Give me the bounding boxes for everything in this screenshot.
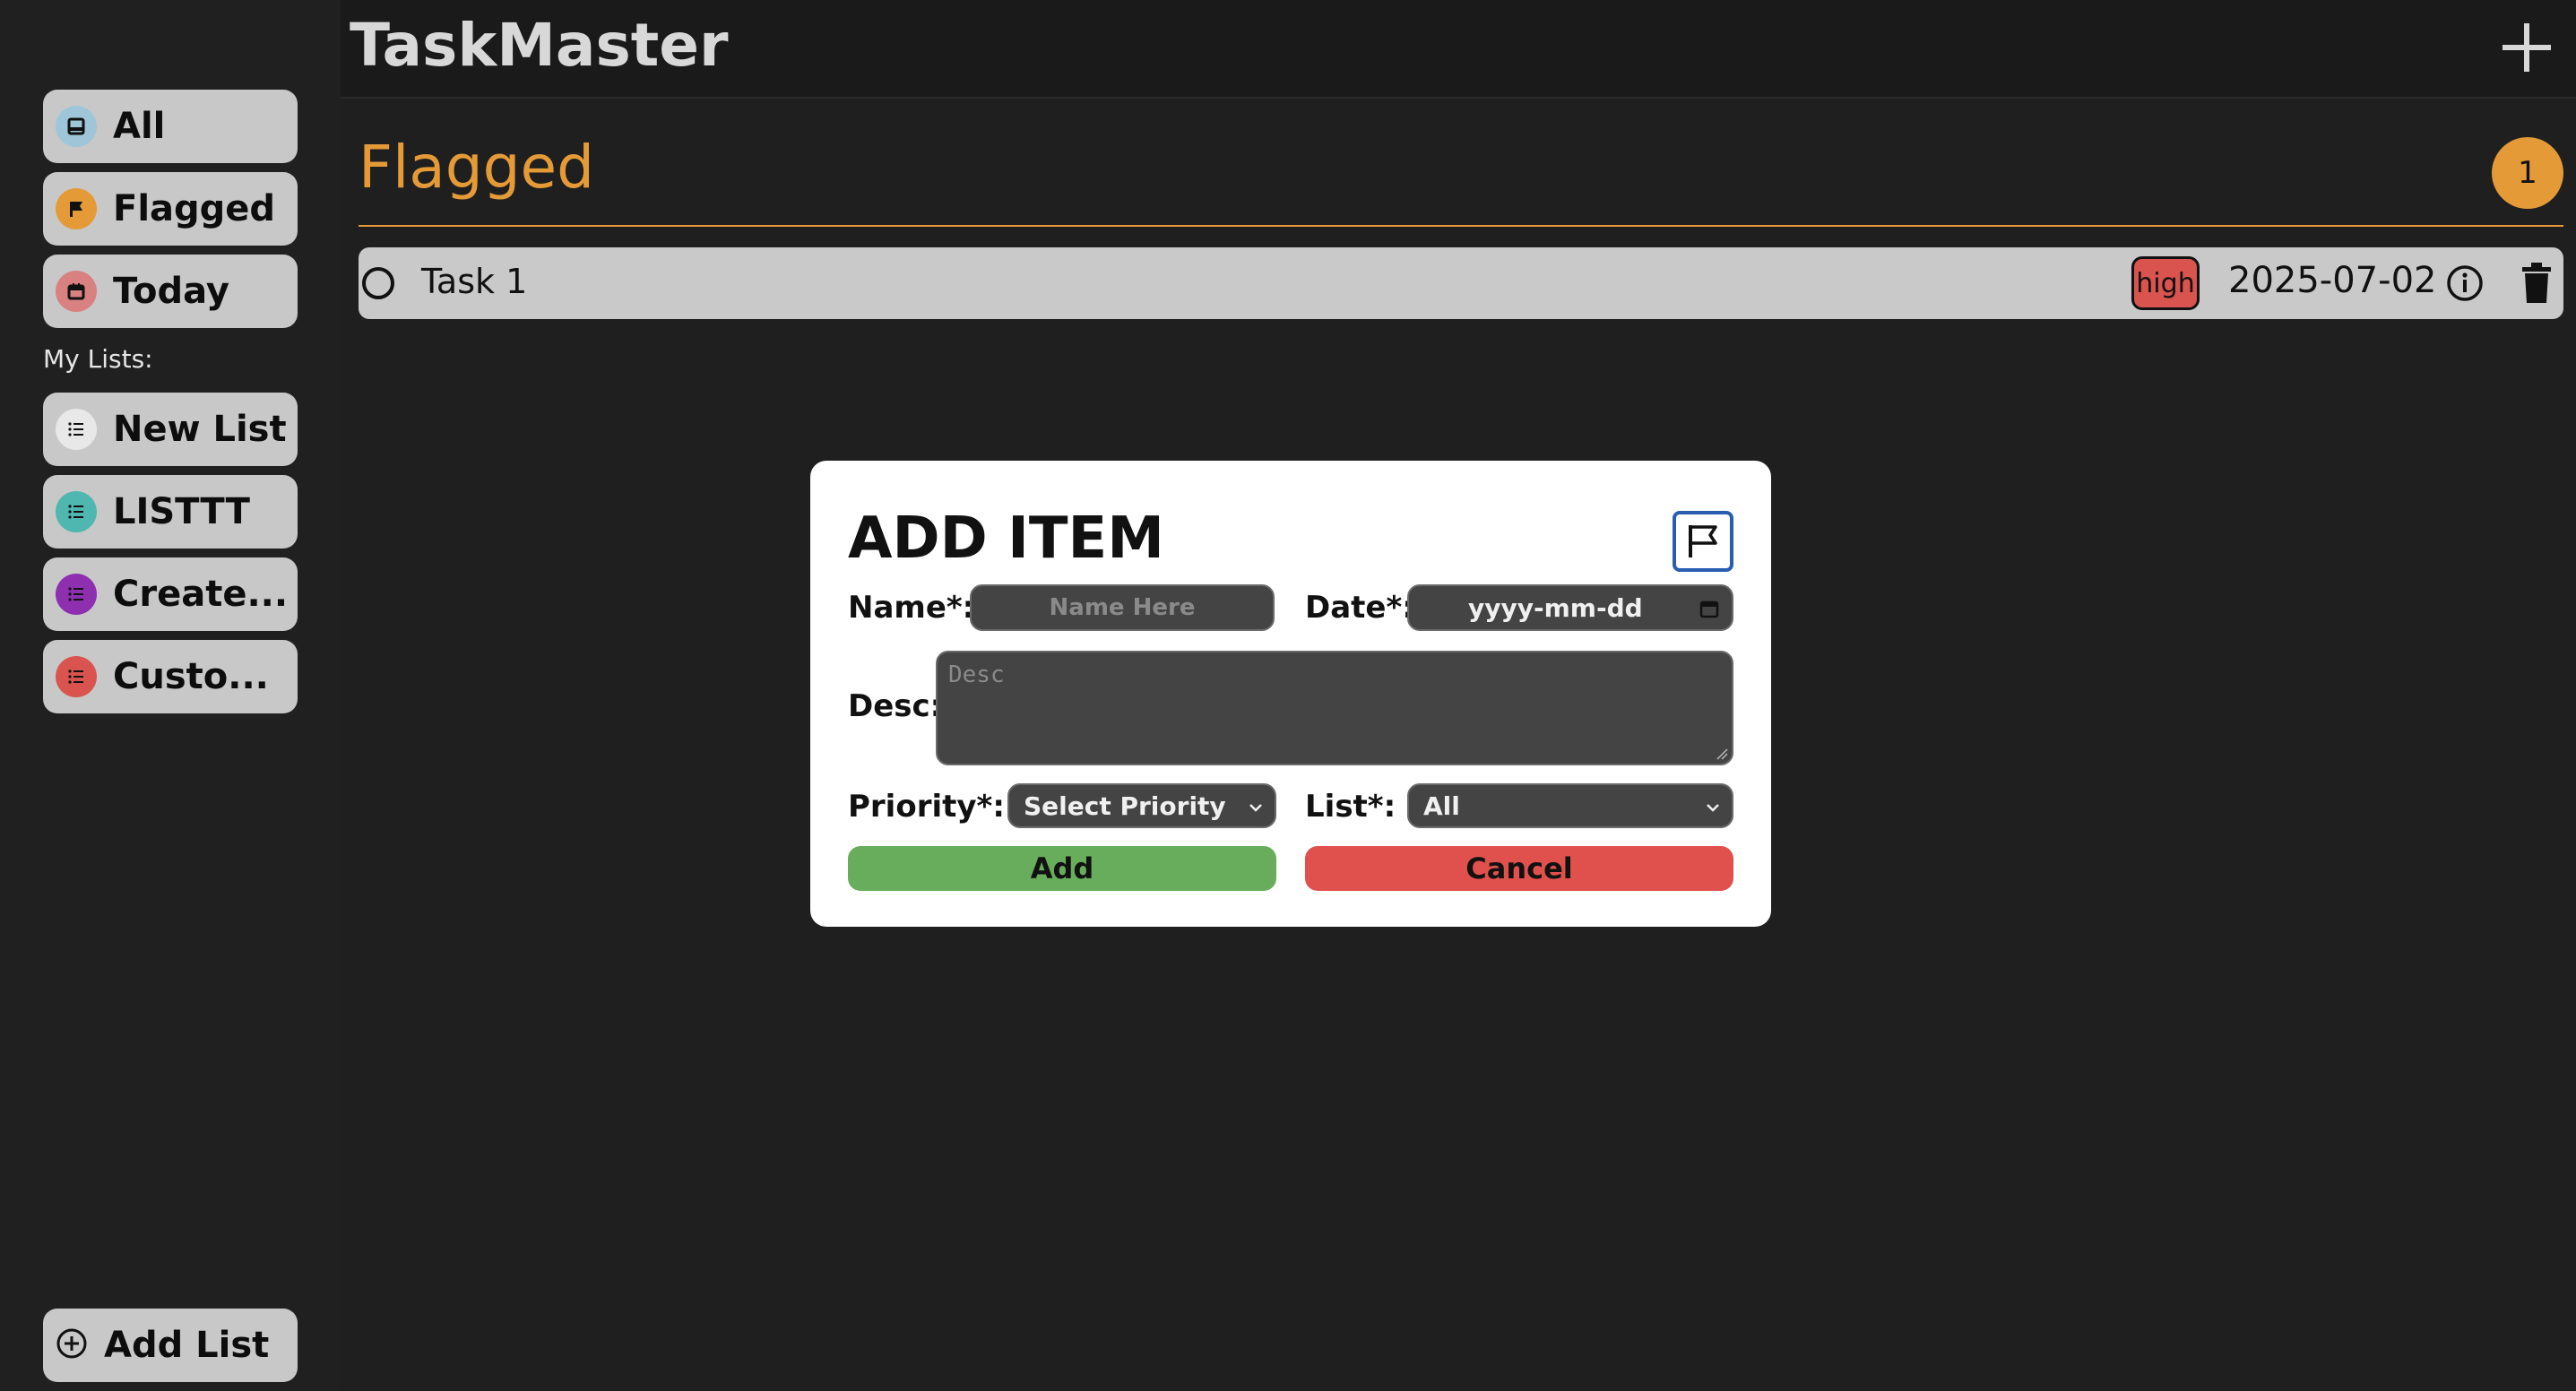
sidebar-item-label: Custo... — [113, 656, 269, 697]
sidebar-item-label: Today — [113, 271, 229, 312]
date-placeholder: yyyy-mm-dd — [1468, 592, 1643, 623]
sidebar-item-label: Create... — [113, 574, 289, 615]
sidebar-item-label: LISTTT — [113, 491, 250, 532]
add-button[interactable]: Add — [848, 846, 1276, 891]
sidebar-item-all[interactable]: All — [43, 90, 298, 163]
info-button[interactable] — [2445, 264, 2485, 303]
flag-outline-icon — [1689, 525, 1717, 557]
sidebar-item-flagged[interactable]: Flagged — [43, 172, 298, 246]
add-list-button[interactable]: Add List — [43, 1309, 298, 1382]
add-item-modal: ADD ITEM Name*: Name Here Date*: yyyy-mm… — [810, 461, 1771, 927]
list-select-value: All — [1423, 791, 1460, 821]
task-complete-checkbox[interactable] — [362, 267, 394, 299]
calendar-icon[interactable] — [1699, 599, 1719, 618]
list-icon — [56, 574, 97, 615]
task-name: Task 1 — [421, 262, 528, 301]
modal-title: ADD ITEM — [848, 505, 1164, 572]
info-icon — [2447, 265, 2483, 301]
desc-label: Desc: — [848, 688, 943, 724]
sidebar-item-custom[interactable]: Custo... — [43, 640, 298, 713]
section-title: Flagged — [359, 133, 595, 202]
task-date: 2025-07-02 — [2228, 260, 2437, 301]
my-lists-heading: My Lists: — [43, 344, 153, 374]
sidebar-item-label: All — [113, 106, 166, 147]
name-input[interactable]: Name Here — [970, 584, 1275, 631]
priority-badge: high — [2131, 256, 2200, 310]
sidebar-item-new-list[interactable]: New List — [43, 393, 298, 466]
plus-icon — [2503, 23, 2551, 72]
flag-icon — [56, 188, 97, 229]
inbox-icon — [56, 106, 97, 147]
desc-placeholder: Desc — [948, 661, 1005, 688]
task-row[interactable]: Task 1 high 2025-07-02 — [359, 247, 2563, 319]
app-header: TaskMaster — [341, 0, 2576, 99]
chevron-down-icon — [1249, 804, 1262, 812]
task-count-badge: 1 — [2492, 137, 2563, 209]
list-icon — [56, 409, 97, 450]
add-list-label: Add List — [104, 1325, 270, 1366]
cancel-button[interactable]: Cancel — [1305, 846, 1733, 891]
add-item-button[interactable] — [2497, 18, 2556, 77]
name-label: Name*: — [848, 590, 975, 626]
sidebar-item-today[interactable]: Today — [43, 255, 298, 328]
plus-circle-icon — [56, 1327, 88, 1363]
calendar-icon — [56, 271, 97, 312]
date-label: Date*: — [1305, 590, 1414, 626]
sidebar-item-label: Flagged — [113, 188, 276, 229]
section-divider — [359, 225, 2563, 227]
list-icon — [56, 656, 97, 697]
flag-toggle-button[interactable] — [1673, 511, 1733, 572]
date-input[interactable]: yyyy-mm-dd — [1407, 584, 1733, 631]
sidebar-item-listtt[interactable]: LISTTT — [43, 475, 298, 549]
priority-label: Priority*: — [848, 789, 1005, 825]
list-select[interactable]: All — [1407, 783, 1733, 828]
chevron-down-icon — [1707, 804, 1719, 812]
list-label: List*: — [1305, 789, 1396, 825]
sidebar-item-create[interactable]: Create... — [43, 557, 298, 631]
app-title: TaskMaster — [350, 11, 729, 80]
resize-grip-icon[interactable] — [1716, 747, 1728, 760]
delete-button[interactable] — [2519, 262, 2554, 305]
priority-select-value: Select Priority — [1024, 791, 1226, 821]
desc-textarea[interactable]: Desc — [936, 651, 1733, 765]
sidebar: All Flagged Today My Lists: New List LIS… — [0, 0, 341, 1391]
priority-select[interactable]: Select Priority — [1007, 783, 1276, 828]
sidebar-item-label: New List — [113, 409, 287, 450]
trash-icon — [2522, 263, 2551, 303]
list-icon — [56, 491, 97, 532]
